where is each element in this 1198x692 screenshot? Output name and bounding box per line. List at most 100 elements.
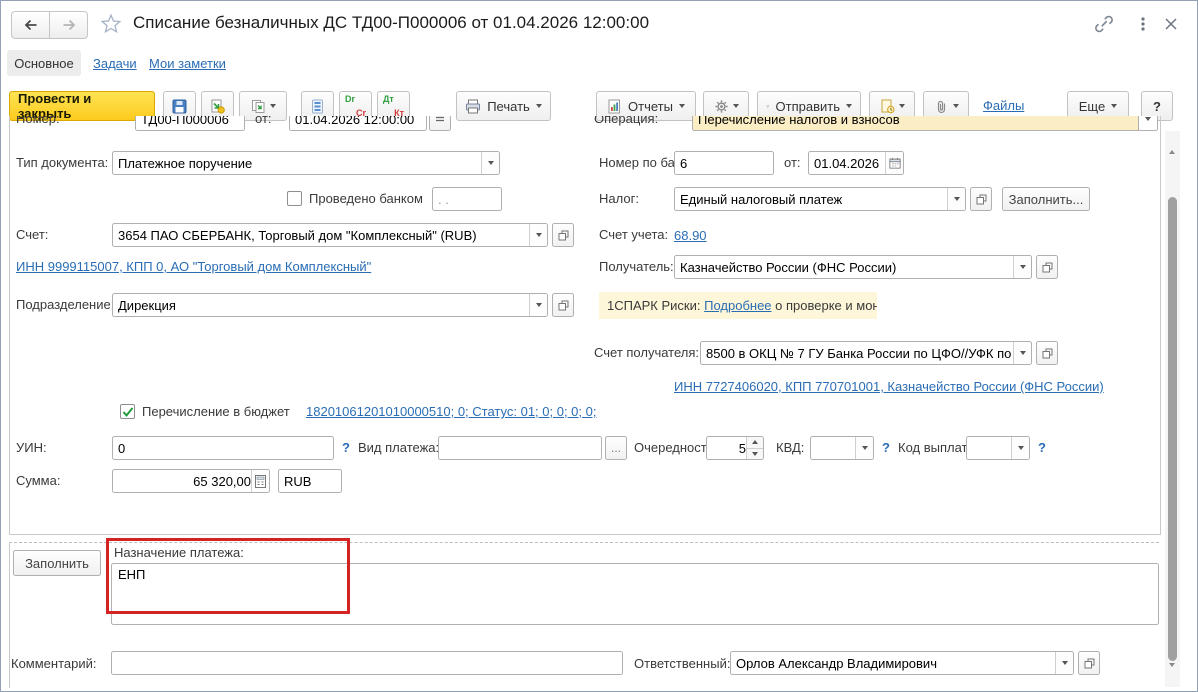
bank-posted-date-field[interactable]: . . <box>432 187 502 211</box>
doc-type-field[interactable]: Платежное поручение <box>112 151 500 175</box>
number-field[interactable]: ТД00-П000006 <box>135 116 245 131</box>
dropdown-arrow-icon <box>535 104 542 108</box>
close-button[interactable] <box>1161 14 1181 34</box>
dropdown-button[interactable] <box>1013 342 1031 364</box>
dropdown-button[interactable] <box>855 437 873 459</box>
budget-checkbox[interactable] <box>120 404 135 419</box>
calendar-button[interactable] <box>885 152 903 174</box>
department-label: Подразделение: <box>16 297 115 312</box>
kvd-help[interactable]: ? <box>882 436 890 460</box>
dropdown-arrow-icon <box>487 161 494 165</box>
favorite-star-button[interactable] <box>99 12 123 36</box>
check-icon <box>122 406 133 417</box>
files-link[interactable]: Файлы <box>983 98 1024 113</box>
open-icon <box>1042 348 1052 358</box>
payment-kind-label: Вид платежа: <box>358 440 440 455</box>
account-open-button[interactable] <box>552 223 574 247</box>
back-arrow-icon <box>24 19 36 31</box>
dropdown-button[interactable] <box>529 294 547 316</box>
operation-dropdown-button[interactable] <box>1138 116 1158 131</box>
print-icon <box>466 99 481 113</box>
spark-details-link[interactable]: Подробнее <box>704 298 771 313</box>
scroll-up-button[interactable] <box>1169 133 1175 154</box>
fill-purpose-button[interactable]: Заполнить <box>13 550 101 576</box>
comment-field[interactable] <box>111 651 623 675</box>
datetime-options-button[interactable] <box>429 116 451 131</box>
forward-button[interactable] <box>50 11 88 39</box>
dropdown-arrow-icon <box>535 233 542 237</box>
dropdown-arrow-icon <box>732 104 739 108</box>
priority-spinner[interactable] <box>746 437 763 459</box>
account-field[interactable]: 3654 ПАО СБЕРБАНК, Торговый дом "Комплек… <box>112 223 548 247</box>
payee-account-open-button[interactable] <box>1036 341 1058 365</box>
tax-field[interactable]: Единый налоговый платеж <box>674 187 966 211</box>
payee-open-button[interactable] <box>1036 255 1058 279</box>
amount-field[interactable]: 65 320,00 <box>112 469 270 493</box>
bank-posted-checkbox[interactable] <box>287 191 302 206</box>
spin-down-icon <box>752 451 758 456</box>
payment-purpose-textarea[interactable]: ЕНП <box>111 563 1159 625</box>
payee-inn-link[interactable]: ИНН 7727406020, КПП 770701001, Казначейс… <box>674 379 1104 394</box>
vertical-scrollbar[interactable] <box>1165 131 1180 687</box>
budget-label: Перечисление в бюджет <box>142 404 290 419</box>
dropdown-button[interactable] <box>1013 256 1031 278</box>
scroll-down-button[interactable] <box>1169 663 1175 685</box>
kvd-field[interactable] <box>810 436 874 460</box>
dropdown-button[interactable] <box>947 188 965 210</box>
account-code-link[interactable]: 68.90 <box>674 228 707 243</box>
lines-icon <box>436 116 444 122</box>
payee-account-label: Счет получателя: <box>594 345 700 360</box>
tab-my-notes[interactable]: Мои заметки <box>149 56 226 71</box>
uin-field[interactable]: 0 <box>112 436 334 460</box>
payout-code-help[interactable]: ? <box>1038 436 1046 460</box>
department-field[interactable]: Дирекция <box>112 293 548 317</box>
budget-details-link[interactable]: 18201061201010000510; 0; Статус: 01; 0; … <box>306 404 596 419</box>
dropdown-button[interactable] <box>529 224 547 246</box>
responsible-label: Ответственный: <box>634 656 731 671</box>
document-datetime-field[interactable]: 01.04.2026 12:00:00 <box>289 116 427 131</box>
bank-number-field[interactable]: 6 <box>674 151 774 175</box>
department-open-button[interactable] <box>552 293 574 317</box>
tab-main[interactable]: Основное <box>7 50 81 76</box>
tax-open-button[interactable] <box>970 187 992 211</box>
back-button[interactable] <box>11 11 50 39</box>
dropdown-button[interactable] <box>1055 652 1073 674</box>
payout-code-field[interactable] <box>966 436 1030 460</box>
dropdown-arrow-icon <box>898 104 905 108</box>
currency-field[interactable]: RUB <box>278 469 342 493</box>
tab-tasks[interactable]: Задачи <box>93 56 137 71</box>
dropdown-arrow-icon <box>1061 661 1068 665</box>
scrollbar-thumb[interactable] <box>1168 197 1177 661</box>
dropdown-button[interactable] <box>481 152 499 174</box>
bank-date-from-label: от: <box>784 155 801 170</box>
tax-fill-button[interactable]: Заполнить... <box>1002 187 1090 211</box>
payee-account-field[interactable]: 8500 в ОКЦ № 7 ГУ Банка России по ЦФО//У… <box>700 341 1032 365</box>
org-inn-link[interactable]: ИНН 9999115007, КПП 0, АО "Торговый дом … <box>16 259 371 274</box>
uin-help[interactable]: ? <box>342 436 350 460</box>
open-icon <box>976 194 986 204</box>
splitter[interactable] <box>9 542 1159 543</box>
amount-label: Сумма: <box>16 473 61 488</box>
doc-type-label: Тип документа: <box>16 155 109 170</box>
operation-label: Операция: <box>594 116 659 126</box>
responsible-open-button[interactable] <box>1078 651 1100 675</box>
bank-posted-label: Проведено банком <box>309 191 423 206</box>
scroll-down-icon <box>1169 663 1175 684</box>
bank-date-field[interactable]: 01.04.2026 <box>808 151 904 175</box>
more-menu-button[interactable] <box>1134 14 1152 34</box>
operation-field[interactable]: Перечисление налогов и взносов <box>692 116 1139 131</box>
kvd-label: КВД: <box>776 440 805 455</box>
get-link-button[interactable] <box>1094 14 1114 34</box>
payee-field[interactable]: Казначейство России (ФНС России) <box>674 255 1032 279</box>
priority-field[interactable]: 5 <box>706 436 764 460</box>
reports-icon <box>608 99 621 113</box>
payment-kind-field[interactable] <box>438 436 602 460</box>
dropdown-arrow-icon <box>269 104 276 108</box>
payment-kind-more-button[interactable]: ... <box>605 436 627 460</box>
priority-label: Очередность: <box>634 440 718 455</box>
dr-label: Dr <box>345 94 356 104</box>
nav-buttons <box>11 11 88 39</box>
dropdown-button[interactable] <box>1011 437 1029 459</box>
responsible-field[interactable]: Орлов Александр Владимирович <box>730 651 1074 675</box>
calculator-button[interactable] <box>251 470 269 492</box>
